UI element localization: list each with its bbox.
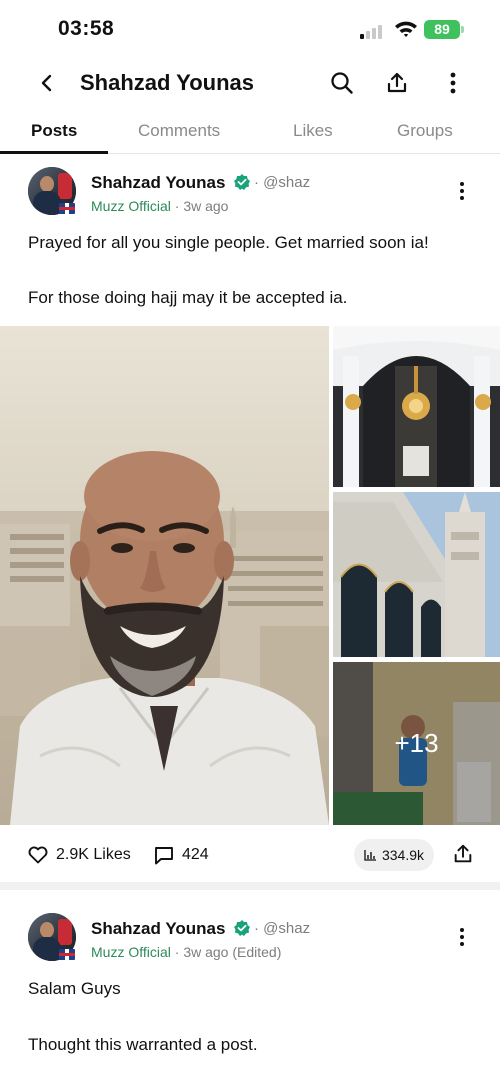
meta-separator: · <box>174 944 180 960</box>
battery-indicator: 89 <box>424 20 460 39</box>
battery-cap <box>461 26 464 33</box>
status-time: 03:58 <box>58 17 115 40</box>
handle-text: @shaz <box>263 920 311 937</box>
handle-separator: · <box>254 920 259 937</box>
wifi-icon <box>394 20 418 38</box>
battery-level: 89 <box>434 21 450 37</box>
bar-chart-icon <box>364 850 376 861</box>
verified-badge-icon <box>234 920 250 936</box>
post-meta: Muzz Official · 3w ago <box>91 198 228 214</box>
views-count-pill[interactable]: 334.9k <box>354 839 434 871</box>
post-text-line: Prayed for all you single people. Get ma… <box>28 233 429 252</box>
handle-text: @shaz <box>263 174 311 191</box>
muzz-official-badge: Muzz Official <box>91 198 171 214</box>
post-text-line: For those doing hajj may it be accepted … <box>28 288 348 307</box>
share-profile-button[interactable] <box>383 69 411 97</box>
post-photo-3[interactable] <box>333 492 500 657</box>
verified-badge-icon <box>234 174 250 190</box>
views-count: 334.9k <box>381 847 425 863</box>
more-icon <box>450 72 456 94</box>
search-button[interactable] <box>328 69 356 97</box>
post-photo-main[interactable] <box>0 326 329 825</box>
mosque-exterior-illustration <box>333 492 500 657</box>
profile-tabs: Posts Comments Likes Groups <box>0 112 500 154</box>
app-header: Shahzad Younas <box>0 58 500 108</box>
post-time: 3w ago <box>183 198 229 214</box>
author-name[interactable]: Shahzad Younas <box>91 173 225 193</box>
back-icon <box>41 74 52 92</box>
like-button[interactable]: 2.9K Likes <box>28 838 131 872</box>
cellular-signal-icon <box>360 25 386 39</box>
uk-flag-icon <box>59 203 75 214</box>
post-share-button[interactable] <box>452 843 476 867</box>
meta-separator: · <box>174 198 180 214</box>
post-text-line: Salam Guys <box>28 979 121 998</box>
more-photos-count[interactable]: +13 <box>333 662 500 825</box>
heart-icon <box>28 846 48 864</box>
author-handle: · @shaz <box>254 920 310 937</box>
tab-comments[interactable]: Comments <box>138 121 220 141</box>
active-tab-indicator <box>0 151 108 154</box>
post-photo-4[interactable]: +13 <box>333 662 500 825</box>
uk-flag-icon <box>59 949 75 960</box>
handle-separator: · <box>254 174 259 191</box>
comment-button[interactable]: 424 <box>154 838 209 872</box>
post-actions: 2.9K Likes 424 334.9k <box>0 838 500 872</box>
post-divider <box>0 882 500 890</box>
likes-count: 2.9K Likes <box>56 846 131 863</box>
profile-title: Shahzad Younas <box>80 70 255 95</box>
post-time: 3w ago (Edited) <box>183 944 282 960</box>
comments-count: 424 <box>182 846 209 863</box>
back-button[interactable] <box>34 70 60 96</box>
comment-icon <box>155 846 173 864</box>
tab-groups[interactable]: Groups <box>397 121 453 141</box>
selfie-photo-illustration <box>0 451 329 825</box>
author-name[interactable]: Shahzad Younas <box>91 919 225 939</box>
author-handle: · @shaz <box>254 174 310 191</box>
post-meta: Muzz Official · 3w ago (Edited) <box>91 944 281 960</box>
post-more-button[interactable] <box>450 925 474 949</box>
post-more-button[interactable] <box>450 179 474 203</box>
status-bar: 03:58 89 <box>0 0 500 56</box>
more-options-button[interactable] <box>439 69 467 97</box>
tab-posts[interactable]: Posts <box>31 121 77 141</box>
search-icon <box>331 72 353 94</box>
share-icon <box>454 844 472 863</box>
mosque-interior-illustration <box>333 326 500 487</box>
muzz-official-badge: Muzz Official <box>91 944 171 960</box>
post-photo-2[interactable] <box>333 326 500 487</box>
post-text-line: Thought this warranted a post. <box>28 1035 258 1054</box>
share-icon <box>387 72 407 93</box>
tab-likes[interactable]: Likes <box>293 121 333 141</box>
